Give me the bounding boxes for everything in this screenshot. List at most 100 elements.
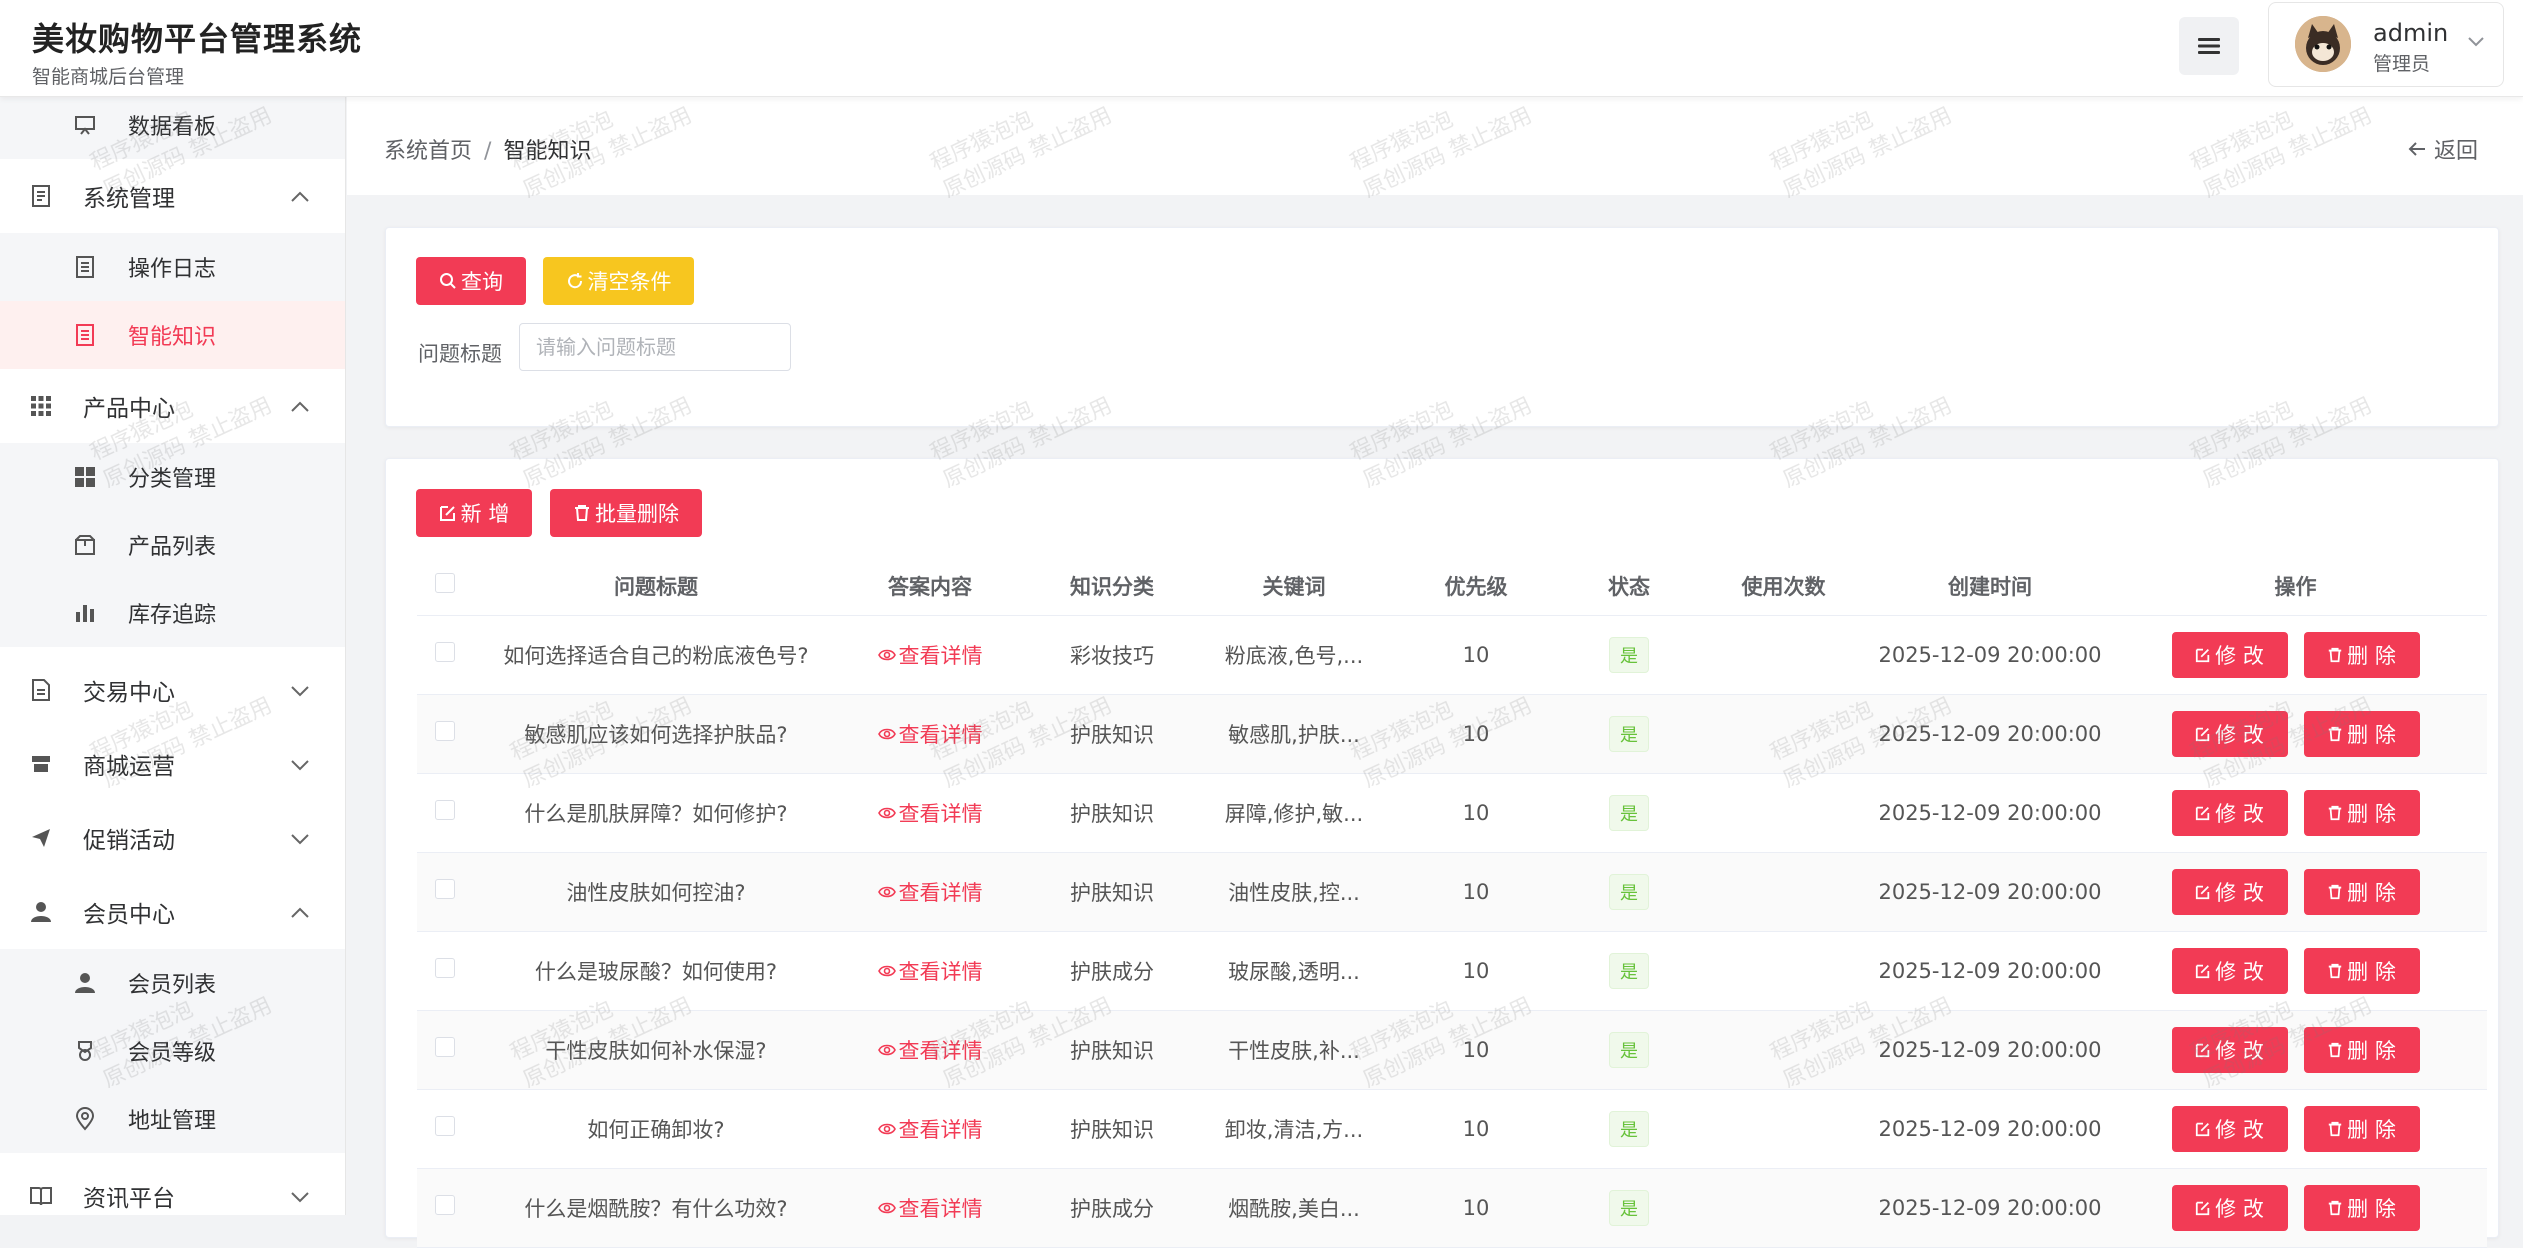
col-uses: 使用次数 (1691, 557, 1876, 616)
chevron-down-icon (290, 1183, 310, 1209)
view-detail-link[interactable]: 查看详情 (877, 798, 983, 828)
view-detail-link[interactable]: 查看详情 (877, 640, 983, 670)
delete-button[interactable]: 删 除 (2303, 947, 2420, 994)
view-detail-link[interactable]: 查看详情 (877, 719, 983, 749)
edit-button[interactable]: 修 改 (2171, 868, 2288, 915)
sidebar-item-category[interactable]: 分类管理 (0, 443, 345, 511)
cell-actions: 修 改删 除 (2104, 773, 2487, 853)
hamburger-icon (2198, 38, 2220, 54)
row-checkbox[interactable] (417, 694, 473, 774)
sidebar-item-label: 会员中心 (83, 902, 175, 928)
edit-button[interactable]: 修 改 (2171, 947, 2288, 994)
row-checkbox[interactable] (417, 1010, 473, 1090)
cell-category: 护肤知识 (1021, 1010, 1203, 1090)
delete-button[interactable]: 删 除 (2303, 1184, 2420, 1231)
delete-button[interactable]: 删 除 (2303, 710, 2420, 757)
edit-icon (2196, 648, 2210, 662)
view-detail-link[interactable]: 查看详情 (877, 956, 983, 986)
delete-button[interactable]: 删 除 (2303, 789, 2420, 836)
sidebar-item-product-center[interactable]: 产品中心 (0, 369, 345, 443)
cell-created: 2025-12-09 20:00:00 (1876, 615, 2104, 695)
sidebar-item-address[interactable]: 地址管理 (0, 1085, 345, 1153)
view-detail-link[interactable]: 查看详情 (877, 1114, 983, 1144)
select-all-checkbox[interactable] (417, 557, 473, 616)
delete-button[interactable]: 删 除 (2303, 868, 2420, 915)
username: admin (2373, 19, 2449, 47)
sidebar-item-member-list[interactable]: 会员列表 (0, 949, 345, 1017)
sidebar-item-promotion[interactable]: 促销活动 (0, 801, 345, 875)
cell-category: 护肤成分 (1021, 931, 1203, 1011)
cell-keywords: 烟酰胺,美白... (1203, 1168, 1385, 1248)
title-search-input[interactable] (519, 323, 791, 371)
cell-uses (1691, 773, 1876, 853)
batch-delete-button[interactable]: 批量删除 (550, 489, 702, 537)
view-detail-link[interactable]: 查看详情 (877, 877, 983, 907)
status-badge: 是 (1609, 636, 1649, 673)
clear-button[interactable]: 清空条件 (543, 257, 694, 305)
file-icon (28, 677, 54, 703)
status-badge: 是 (1609, 1031, 1649, 1068)
delete-button[interactable]: 删 除 (2303, 631, 2420, 678)
trash-icon (2328, 1042, 2342, 1057)
document-icon (28, 183, 54, 209)
send-icon (28, 825, 54, 851)
book-icon (28, 1183, 54, 1209)
table-row: 什么是玻尿酸？如何使用? 查看详情 护肤成分 玻尿酸,透明... 10 是 20… (417, 931, 2487, 1011)
sidebar-item-smart-knowledge[interactable]: 智能知识 (0, 301, 345, 369)
view-detail-link[interactable]: 查看详情 (877, 1035, 983, 1065)
add-label: 新 增 (460, 502, 510, 526)
view-detail-link[interactable]: 查看详情 (877, 1193, 983, 1223)
edit-button[interactable]: 修 改 (2171, 710, 2288, 757)
cell-created: 2025-12-09 20:00:00 (1876, 1010, 2104, 1090)
user-dropdown[interactable]: admin 管理员 (2268, 2, 2504, 87)
edit-button[interactable]: 修 改 (2171, 1184, 2288, 1231)
app-title: 美妆购物平台管理系统 (32, 20, 363, 58)
trash-icon (2328, 805, 2342, 820)
breadcrumb-home[interactable]: 系统首页 (384, 139, 472, 164)
sidebar-item-label: 智能知识 (128, 325, 217, 350)
cell-created: 2025-12-09 20:00:00 (1876, 931, 2104, 1011)
cell-status: 是 (1567, 1010, 1691, 1090)
col-category: 知识分类 (1021, 557, 1203, 616)
breadcrumb: 系统首页 / 智能知识 (384, 133, 591, 165)
edit-button[interactable]: 修 改 (2171, 789, 2288, 836)
add-button[interactable]: 新 增 (416, 489, 532, 537)
delete-button[interactable]: 删 除 (2303, 1105, 2420, 1152)
cell-priority: 10 (1385, 1010, 1567, 1090)
sidebar-item-info-platform[interactable]: 资讯平台 (0, 1159, 345, 1215)
cell-title: 油性皮肤如何控油? (473, 852, 839, 932)
row-checkbox[interactable] (417, 615, 473, 695)
chevron-up-icon (290, 393, 310, 419)
sidebar-item-mall-operation[interactable]: 商城运营 (0, 727, 345, 801)
row-checkbox[interactable] (417, 852, 473, 932)
table-row: 如何选择适合自己的粉底液色号? 查看详情 彩妆技巧 粉底液,色号,... 10 … (417, 615, 2487, 695)
sidebar-item-member-center[interactable]: 会员中心 (0, 875, 345, 949)
cell-keywords: 卸妆,清洁,方... (1203, 1089, 1385, 1169)
app-subtitle: 智能商城后台管理 (32, 66, 185, 88)
chart-board-icon (72, 112, 98, 138)
sidebar-item-system[interactable]: 系统管理 (0, 159, 345, 233)
back-button[interactable]: 返回 (2408, 133, 2478, 165)
delete-button[interactable]: 删 除 (2303, 1026, 2420, 1073)
query-button[interactable]: 查询 (416, 257, 526, 305)
row-checkbox[interactable] (417, 1168, 473, 1248)
sidebar-item-inventory[interactable]: 库存追踪 (0, 579, 345, 647)
sidebar-item-data-board[interactable]: 数据看板 (0, 97, 345, 159)
breadcrumb-bar: 系统首页 / 智能知识 返回 (347, 97, 2523, 195)
edit-button[interactable]: 修 改 (2171, 1105, 2288, 1152)
cell-actions: 修 改删 除 (2104, 1010, 2487, 1090)
row-checkbox[interactable] (417, 773, 473, 853)
cell-status: 是 (1567, 615, 1691, 695)
sidebar-item-label: 资讯平台 (83, 1186, 175, 1212)
sidebar-item-product-list[interactable]: 产品列表 (0, 511, 345, 579)
edit-button[interactable]: 修 改 (2171, 631, 2288, 678)
edit-button[interactable]: 修 改 (2171, 1026, 2288, 1073)
sidebar-item-trade-center[interactable]: 交易中心 (0, 653, 345, 727)
menu-toggle-button[interactable] (2179, 17, 2239, 75)
user-icon (28, 899, 54, 925)
eye-icon (877, 807, 896, 818)
row-checkbox[interactable] (417, 1089, 473, 1169)
row-checkbox[interactable] (417, 931, 473, 1011)
sidebar-item-operation-log[interactable]: 操作日志 (0, 233, 345, 301)
sidebar-item-member-level[interactable]: 会员等级 (0, 1017, 345, 1085)
